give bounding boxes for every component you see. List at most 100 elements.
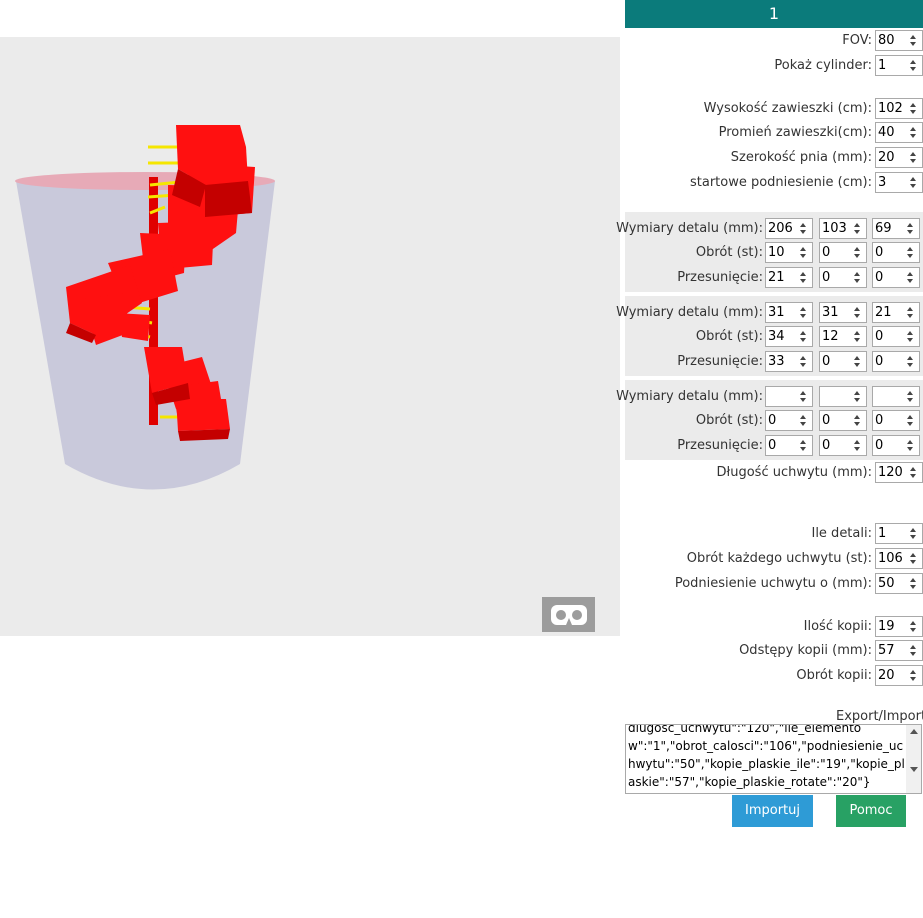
handle-length-input[interactable]: 120	[875, 462, 923, 483]
start-lift-input[interactable]: 3	[875, 172, 923, 193]
shift-z-input[interactable]: 0	[872, 435, 920, 456]
shift-y-input[interactable]: 0	[819, 351, 867, 372]
hanger-height-label: Wysokość zawieszki (cm)	[704, 97, 872, 121]
spinner-icon[interactable]	[904, 305, 917, 320]
spinner-icon[interactable]	[851, 389, 864, 404]
spinner-icon[interactable]	[907, 619, 920, 634]
detail-shift-label: Przesunięcie	[677, 266, 763, 290]
spinner-icon[interactable]	[904, 221, 917, 236]
export-import-textarea[interactable]: dlugosc_uchwytu":"120","ile_elementow":"…	[625, 724, 922, 794]
dims-x-input[interactable]: 31	[765, 302, 813, 323]
shift-z-input[interactable]: 0	[872, 267, 920, 288]
rotation-x-input[interactable]: 0	[765, 410, 813, 431]
shift-x-input[interactable]: 21	[765, 267, 813, 288]
spinner-icon[interactable]	[904, 438, 917, 453]
spinner-icon[interactable]	[907, 58, 920, 73]
spinner-icon[interactable]	[907, 125, 920, 140]
spinner-icon[interactable]	[851, 329, 864, 344]
rotation-y-input[interactable]: 0	[819, 242, 867, 263]
dims-z-input[interactable]: 21	[872, 302, 920, 323]
rotation-z-input[interactable]: 0	[872, 326, 920, 347]
spinner-icon[interactable]	[907, 175, 920, 190]
rotation-y-input[interactable]: 0	[819, 410, 867, 431]
dims-z-input[interactable]	[872, 386, 920, 407]
spinner-icon[interactable]	[851, 413, 864, 428]
help-button[interactable]: Pomoc	[836, 795, 906, 827]
spinner-icon[interactable]	[907, 551, 920, 566]
dims-x-input[interactable]: 206	[765, 218, 813, 239]
rotation-x-input[interactable]: 34	[765, 326, 813, 347]
show-cylinder-input[interactable]: 1	[875, 55, 923, 76]
rotation-z-input[interactable]: 0	[872, 242, 920, 263]
copies-spacing-input[interactable]: 57	[875, 640, 923, 661]
rotation-x-input[interactable]: 10	[765, 242, 813, 263]
vr-mode-button[interactable]	[542, 597, 595, 632]
spinner-icon[interactable]	[907, 33, 920, 48]
spinner-icon[interactable]	[797, 354, 810, 369]
shift-z-input[interactable]: 0	[872, 351, 920, 372]
spinner-icon[interactable]	[907, 576, 920, 591]
hanger-height-row: Wysokość zawieszki (cm) 102	[625, 97, 923, 121]
spinner-icon[interactable]	[904, 329, 917, 344]
spinner-icon[interactable]	[797, 221, 810, 236]
spinner-icon[interactable]	[907, 465, 920, 480]
scene-canvas[interactable]	[0, 37, 620, 636]
rotation-y-input[interactable]: 12	[819, 326, 867, 347]
spinner-icon[interactable]	[851, 245, 864, 260]
3d-viewport[interactable]	[0, 37, 620, 636]
dims-y-input[interactable]	[819, 386, 867, 407]
spinner-icon[interactable]	[907, 101, 920, 116]
spinner-icon[interactable]	[797, 389, 810, 404]
shift-y-input[interactable]: 0	[819, 267, 867, 288]
spinner-icon[interactable]	[851, 354, 864, 369]
handle-rotation-input[interactable]: 106	[875, 548, 923, 569]
shift-y-input[interactable]: 0	[819, 435, 867, 456]
spinner-icon[interactable]	[797, 270, 810, 285]
spinner-icon[interactable]	[797, 438, 810, 453]
spinner-icon[interactable]	[797, 305, 810, 320]
dims-y-input[interactable]: 31	[819, 302, 867, 323]
hanger-radius-row: Promień zawieszki(cm) 40	[625, 121, 923, 145]
shift-x-input[interactable]: 0	[765, 435, 813, 456]
detail-rotation-row: Obrót (st) 34 12 0	[625, 325, 923, 349]
handle-length-row: Długość uchwytu (mm) 120	[625, 461, 923, 485]
spinner-icon[interactable]	[904, 389, 917, 404]
spinner-icon[interactable]	[907, 526, 920, 541]
detail-count-input[interactable]: 1	[875, 523, 923, 544]
handle-lift-input[interactable]: 50	[875, 573, 923, 594]
copies-count-input[interactable]: 19	[875, 616, 923, 637]
spinner-icon[interactable]	[851, 221, 864, 236]
spinner-icon[interactable]	[851, 305, 864, 320]
spinner-icon[interactable]	[907, 668, 920, 683]
export-json-text[interactable]: dlugosc_uchwytu":"120","ile_elementow":"…	[628, 725, 908, 791]
detail-count-row: Ile detali 1	[625, 522, 923, 546]
copies-rotation-input[interactable]: 20	[875, 665, 923, 686]
copies-rotation-row: Obrót kopii 20	[625, 664, 923, 688]
fov-input[interactable]: 80	[875, 30, 923, 51]
trunk-width-input[interactable]: 20	[875, 147, 923, 168]
dims-z-input[interactable]: 69	[872, 218, 920, 239]
dims-y-input[interactable]: 103	[819, 218, 867, 239]
spinner-icon[interactable]	[907, 150, 920, 165]
spinner-icon[interactable]	[851, 270, 864, 285]
spinner-icon[interactable]	[851, 438, 864, 453]
trunk-width-label: Szerokość pnia (mm)	[731, 146, 872, 170]
spinner-icon[interactable]	[797, 245, 810, 260]
handle-lift-row: Podniesienie uchwytu o (mm) 50	[625, 572, 923, 596]
spinner-icon[interactable]	[904, 354, 917, 369]
hanger-height-input[interactable]: 102	[875, 98, 923, 119]
dims-x-input[interactable]	[765, 386, 813, 407]
shift-x-input[interactable]: 33	[765, 351, 813, 372]
import-button[interactable]: Importuj	[732, 795, 813, 827]
spinner-icon[interactable]	[797, 329, 810, 344]
detail-rotation-label: Obrót (st)	[696, 241, 763, 265]
spinner-icon[interactable]	[904, 270, 917, 285]
rotation-z-input[interactable]: 0	[872, 410, 920, 431]
textarea-scrollbar[interactable]	[906, 725, 921, 793]
hanger-radius-input[interactable]: 40	[875, 122, 923, 143]
spinner-icon[interactable]	[907, 643, 920, 658]
spinner-icon[interactable]	[797, 413, 810, 428]
spinner-icon[interactable]	[904, 245, 917, 260]
detail-dims-label: Wymiary detalu (mm)	[616, 385, 763, 409]
spinner-icon[interactable]	[904, 413, 917, 428]
